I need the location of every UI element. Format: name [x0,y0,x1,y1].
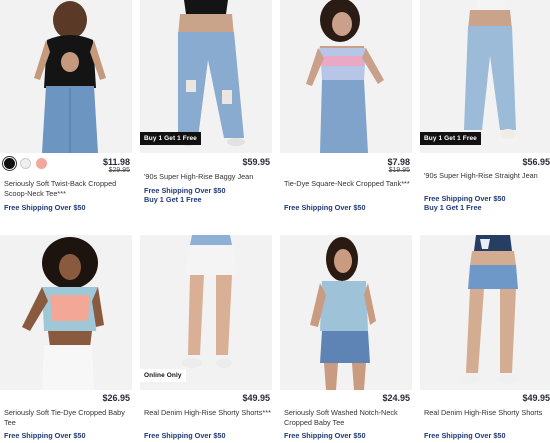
product-price: $49.95 [242,393,270,403]
promo-bogo: Buy 1 Get 1 Free [144,195,202,204]
promo-badge: Buy 1 Get 1 Free [420,132,481,145]
product-card[interactable]: Online Only $49.95 Real Denim High-Rise … [140,235,272,443]
product-image[interactable]: Online Only [140,235,272,390]
product-image[interactable]: Buy 1 Get 1 Free [140,0,272,153]
swatch-black[interactable] [4,158,15,169]
product-name[interactable]: Seriously Soft Twist-Back Cropped Scoop-… [4,179,132,199]
model-photo [182,235,236,368]
promo-free-shipping: Free Shipping Over $50 [144,431,226,440]
original-price: $29.95 [108,167,130,174]
promo-badge: Online Only [140,369,186,382]
product-image[interactable] [420,235,550,390]
product-card[interactable]: $7.98 $19.95 Tie-Dye Square-Neck Cropped… [280,0,412,230]
promo-free-shipping: Free Shipping Over $50 [284,203,366,212]
product-name[interactable]: Seriously Soft Washed Notch-Neck Cropped… [284,408,412,428]
model-photo [22,237,104,390]
promo-free-shipping: Free Shipping Over $50 [284,431,366,440]
model-photo [34,1,106,153]
original-price: $19.95 [388,167,410,174]
product-price: $26.95 [102,393,130,403]
model-photo [178,0,245,146]
promo-free-shipping: Free Shipping Over $50 [4,431,86,440]
model-photo [460,235,518,384]
color-swatches [4,158,47,169]
swatch-pink[interactable] [36,158,47,169]
product-grid: $11.98 $29.95 Seriously Soft Twist-Back … [0,0,550,443]
product-name[interactable]: Real Denim High-Rise Shorty Shorts [424,408,550,418]
product-image[interactable] [280,235,412,390]
product-image[interactable] [0,0,132,153]
promo-free-shipping: Free Shipping Over $50 [424,431,506,440]
product-card[interactable]: Buy 1 Get 1 Free $56.95 '90s Super High-… [420,0,550,230]
product-card[interactable]: $49.95 Real Denim High-Rise Shorty Short… [420,235,550,443]
product-name[interactable]: Tie-Dye Square-Neck Cropped Tank*** [284,179,412,189]
product-price: $56.95 [522,157,550,167]
product-image[interactable]: Buy 1 Get 1 Free [420,0,550,153]
product-card[interactable]: $24.95 Seriously Soft Washed Notch-Neck … [280,235,412,443]
product-image[interactable] [0,235,132,390]
product-image[interactable] [280,0,412,153]
model-photo [310,237,376,390]
product-price: $7.98 [387,157,410,167]
product-price: $59.95 [242,157,270,167]
product-card[interactable]: $26.95 Seriously Soft Tie-Dye Cropped Ba… [0,235,132,443]
swatch-white[interactable] [20,158,31,169]
product-name[interactable]: Real Denim High-Rise Shorty Shorts*** [144,408,272,418]
promo-bogo: Buy 1 Get 1 Free [424,203,482,212]
product-card[interactable]: Buy 1 Get 1 Free $59.95 '90s Super High-… [140,0,272,230]
product-name[interactable]: Seriously Soft Tie-Dye Cropped Baby Tee [4,408,132,428]
model-photo [306,0,384,153]
model-photo [464,0,516,141]
product-price: $11.98 [102,157,130,167]
product-name[interactable]: '90s Super High-Rise Baggy Jean [144,172,272,182]
promo-badge: Buy 1 Get 1 Free [140,132,201,145]
product-card[interactable]: $11.98 $29.95 Seriously Soft Twist-Back … [0,0,132,230]
product-price: $49.95 [522,393,550,403]
product-name[interactable]: '90s Super High-Rise Straight Jean [424,171,550,181]
product-price: $24.95 [382,393,410,403]
promo-free-shipping: Free Shipping Over $50 [4,203,86,212]
